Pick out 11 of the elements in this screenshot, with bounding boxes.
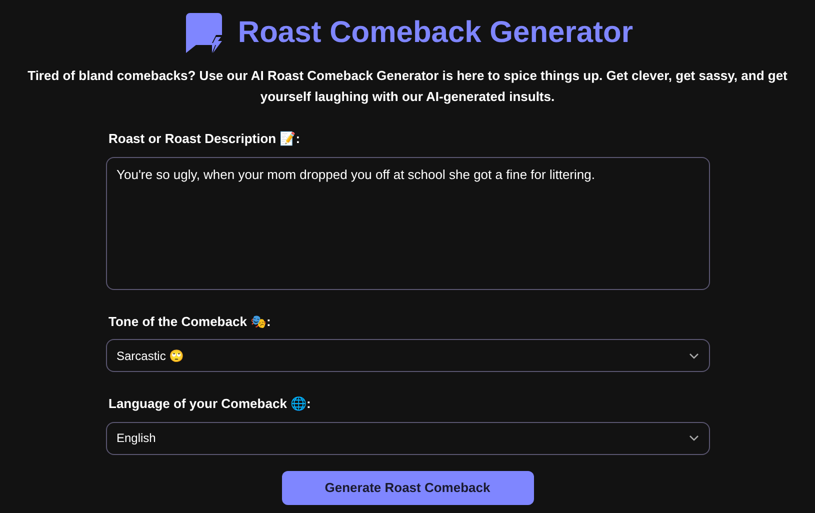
dropdown[interactable]: Sarcastic 🙄	[106, 339, 710, 372]
page-title: Roast Comeback Generator	[238, 15, 634, 51]
field-label: Roast or Roast Description 📝:	[108, 130, 302, 148]
dropdown[interactable]: English	[106, 422, 710, 454]
field-label: Language of your Comeback 🌐:	[108, 395, 312, 413]
intro-paragraph: Tired of bland comebacks? Use our AI Roast Comeback Generator is here to spice things up. Get clever, get sassy, and get yourself laughing with our AI-generated insults.	[26, 67, 788, 106]
generate-button[interactable]: Generate Roast Comeback	[282, 470, 534, 504]
field-label: Tone of the Comeback 🎭:	[108, 312, 272, 330]
chevron-down-icon	[688, 352, 698, 358]
roast-textarea[interactable]: You're so ugly, when your mom dropped you off at school she got a fine for littering.	[106, 156, 710, 290]
chevron-down-icon	[688, 435, 698, 441]
